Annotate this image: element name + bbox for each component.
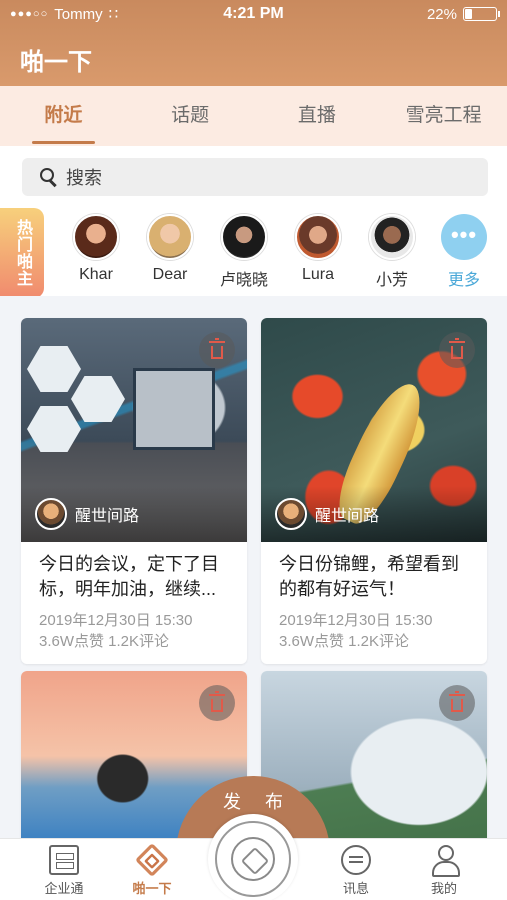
delete-button[interactable]	[199, 685, 235, 721]
top-tabs: 附近 话题 直播 雪亮工程	[0, 86, 507, 146]
tabbar-company[interactable]: 企业通	[24, 845, 104, 897]
post-date: 2019年12月30日 15:30	[39, 612, 193, 629]
more-icon: •••	[441, 214, 487, 260]
host-name: 小芳	[375, 272, 408, 289]
host-item[interactable]: 卢晓晓	[212, 214, 276, 290]
trash-icon	[209, 690, 225, 712]
page-title: 啪一下	[20, 49, 92, 76]
author-name: 醒世间路	[315, 508, 380, 525]
search-input[interactable]: 搜索	[22, 158, 488, 196]
profile-icon	[429, 845, 460, 877]
avatar	[275, 498, 307, 530]
tabbar-label: 企业通	[44, 881, 84, 896]
logo-emblem-icon	[215, 821, 291, 897]
signal-icon: ●●●○○	[10, 8, 49, 20]
avatar	[73, 214, 119, 260]
post-date: 2019年12月30日 15:30	[279, 612, 433, 629]
avatar	[35, 498, 67, 530]
post-image: 醒世间路	[261, 318, 487, 542]
tabbar-label: 讯息	[342, 881, 369, 896]
search-section: 搜索	[0, 146, 507, 206]
host-item[interactable]: Lura	[286, 214, 350, 284]
status-bar: ●●●○○ Tommy ∷ 4:21 PM 22%	[0, 0, 507, 28]
tabbar-label: 我的	[430, 881, 457, 896]
delete-button[interactable]	[439, 685, 475, 721]
trash-icon	[449, 690, 465, 712]
battery-icon	[463, 7, 500, 21]
trash-icon	[209, 337, 225, 359]
tab-xueliang[interactable]: 雪亮工程	[380, 86, 507, 146]
tab-nearby[interactable]: 附近	[0, 86, 127, 146]
hot-hosts-row: 热门啪主 Khar Dear 卢晓晓 Lura 小芳 ••• 更多	[0, 206, 507, 298]
post-feed: 醒世间路 今日的会议，定下了目标，明年加油，继续... 2019年12月30日 …	[0, 296, 507, 838]
post-card[interactable]: 醒世间路 今日的会议，定下了目标，明年加油，继续... 2019年12月30日 …	[21, 318, 247, 664]
papa-icon	[135, 843, 169, 877]
tabbar-label: 啪一下	[132, 881, 172, 896]
post-image: 醒世间路	[21, 318, 247, 542]
center-logo[interactable]	[208, 814, 298, 900]
search-placeholder: 搜索	[66, 168, 102, 188]
host-name: Khar	[79, 266, 113, 283]
host-item[interactable]: Khar	[64, 214, 128, 284]
post-text: 今日份锦鲤，希望看到的都有好运气！	[279, 554, 459, 599]
building-icon	[49, 845, 79, 875]
delete-button[interactable]	[439, 332, 475, 368]
status-time: 4:21 PM	[223, 5, 284, 22]
avatar	[295, 214, 341, 260]
tabbar-papa[interactable]: 啪一下	[112, 843, 192, 897]
more-hosts-button[interactable]: ••• 更多	[432, 214, 496, 290]
trash-icon	[449, 337, 465, 359]
post-author: 醒世间路	[21, 486, 247, 542]
post-stats: 3.6W点赞 1.2K评论	[279, 633, 410, 650]
host-name: Lura	[301, 266, 335, 283]
post-stats: 3.6W点赞 1.2K评论	[39, 633, 170, 650]
app-header: ●●●○○ Tommy ∷ 4:21 PM 22% 啪一下	[0, 0, 507, 86]
tabbar-messages[interactable]: 讯息	[316, 845, 396, 897]
tab-topics[interactable]: 话题	[127, 86, 254, 146]
tabbar-profile[interactable]: 我的	[404, 845, 484, 897]
tab-live[interactable]: 直播	[254, 86, 381, 146]
carrier-name: Tommy	[54, 5, 103, 23]
host-item[interactable]: 小芳	[360, 214, 424, 290]
host-name: 卢晓晓	[219, 272, 268, 289]
post-text: 今日的会议，定下了目标，明年加油，继续...	[39, 554, 219, 599]
post-card[interactable]: 醒世间路 今日份锦鲤，希望看到的都有好运气！ 2019年12月30日 15:30…	[261, 318, 487, 664]
message-icon	[341, 845, 371, 875]
host-item[interactable]: Dear	[138, 214, 202, 284]
wifi-icon: ∷	[108, 6, 119, 23]
avatar	[147, 214, 193, 260]
delete-button[interactable]	[199, 332, 235, 368]
post-author: 醒世间路	[261, 486, 487, 542]
avatar	[369, 214, 415, 260]
avatar	[221, 214, 267, 260]
author-name: 醒世间路	[75, 508, 140, 525]
more-label: 更多	[447, 272, 480, 289]
host-name: Dear	[152, 266, 188, 283]
battery-percent: 22%	[426, 5, 457, 23]
search-icon	[40, 168, 58, 186]
hot-hosts-badge: 热门啪主	[0, 208, 44, 298]
